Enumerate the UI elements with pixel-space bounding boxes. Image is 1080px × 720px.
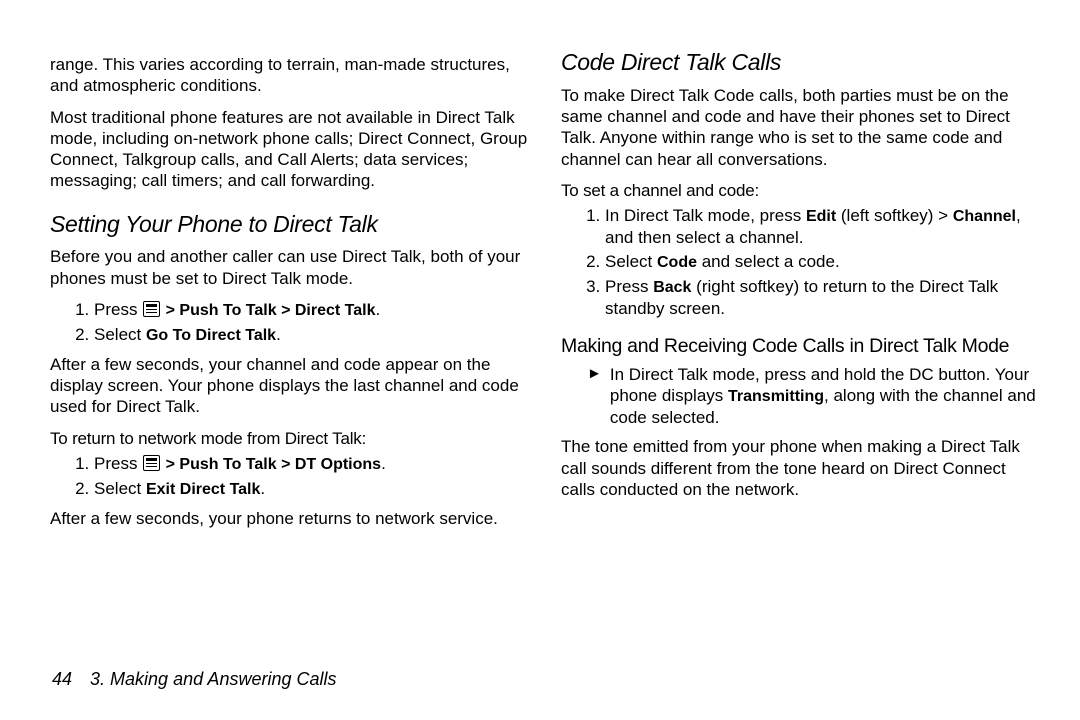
step-text-end: .	[260, 479, 265, 498]
heading-making-receiving: Making and Receiving Code Calls in Direc…	[561, 334, 1040, 358]
step-bold: Edit	[806, 208, 836, 225]
page-number: 44	[52, 668, 72, 691]
step-text: Press	[94, 454, 142, 473]
page-footer: 44 3. Making and Answering Calls	[50, 668, 1040, 691]
step-text-end: .	[276, 325, 281, 344]
step-bold: Back	[653, 279, 691, 296]
lead-return-network: To return to network mode from Direct Ta…	[50, 428, 529, 449]
paragraph-features: Most traditional phone features are not …	[50, 107, 529, 192]
steps-set-channel-code: In Direct Talk mode, press Edit (left so…	[561, 205, 1040, 320]
step-1: In Direct Talk mode, press Edit (left so…	[605, 205, 1040, 248]
lead-set-channel-code: To set a channel and code:	[561, 180, 1040, 201]
step-bold: Go To Direct Talk	[146, 327, 276, 344]
heading-setting-direct-talk: Setting Your Phone to Direct Talk	[50, 210, 529, 239]
paragraph-tone: The tone emitted from your phone when ma…	[561, 436, 1040, 500]
step-2: Select Go To Direct Talk.	[94, 324, 529, 346]
step-text-end: and select a code.	[697, 252, 840, 271]
menu-icon	[143, 301, 160, 317]
step-3: Press Back (right softkey) to return to …	[605, 276, 1040, 319]
columns: range. This varies according to terrain,…	[50, 48, 1040, 652]
step-1: Press > Push To Talk > Direct Talk.	[94, 299, 529, 321]
left-column: range. This varies according to terrain,…	[50, 48, 529, 652]
bullet-item: ► In Direct Talk mode, press and hold th…	[561, 364, 1040, 429]
step-text: Select	[94, 325, 146, 344]
step-text: Select	[94, 479, 146, 498]
steps-return-network: Press > Push To Talk > DT Options. Selec…	[50, 453, 529, 500]
paragraph-after-seconds: After a few seconds, your channel and co…	[50, 354, 529, 418]
paragraph-make-code-calls: To make Direct Talk Code calls, both par…	[561, 85, 1040, 170]
paragraph-before: Before you and another caller can use Di…	[50, 246, 529, 289]
manual-page: range. This varies according to terrain,…	[0, 0, 1080, 720]
bullet-text: In Direct Talk mode, press and hold the …	[610, 364, 1040, 429]
step-2: Select Exit Direct Talk.	[94, 478, 529, 500]
bullet-icon: ►	[587, 364, 602, 429]
paragraph-returns: After a few seconds, your phone returns …	[50, 508, 529, 529]
step-bold: Exit Direct Talk	[146, 481, 260, 498]
step-text-end: .	[375, 300, 380, 319]
right-column: Code Direct Talk Calls To make Direct Ta…	[561, 48, 1040, 652]
menu-icon	[143, 455, 160, 471]
step-text: Press	[94, 300, 142, 319]
bold: Transmitting	[728, 388, 824, 405]
steps-enter-direct-talk: Press > Push To Talk > Direct Talk. Sele…	[50, 299, 529, 346]
step-text: In Direct Talk mode, press	[605, 206, 806, 225]
step-bold: > Push To Talk > DT Options	[161, 456, 381, 473]
step-2: Select Code and select a code.	[605, 251, 1040, 273]
step-text-end: .	[381, 454, 386, 473]
step-text: Select	[605, 252, 657, 271]
step-text: Press	[605, 277, 653, 296]
heading-code-direct-talk: Code Direct Talk Calls	[561, 48, 1040, 77]
step-bold: > Push To Talk > Direct Talk	[161, 302, 375, 319]
step-text: (left softkey) >	[836, 206, 953, 225]
step-1: Press > Push To Talk > DT Options.	[94, 453, 529, 475]
step-bold: Channel	[953, 208, 1016, 225]
step-bold: Code	[657, 254, 697, 271]
chapter-title: 3. Making and Answering Calls	[90, 668, 336, 691]
paragraph-range: range. This varies according to terrain,…	[50, 54, 529, 97]
